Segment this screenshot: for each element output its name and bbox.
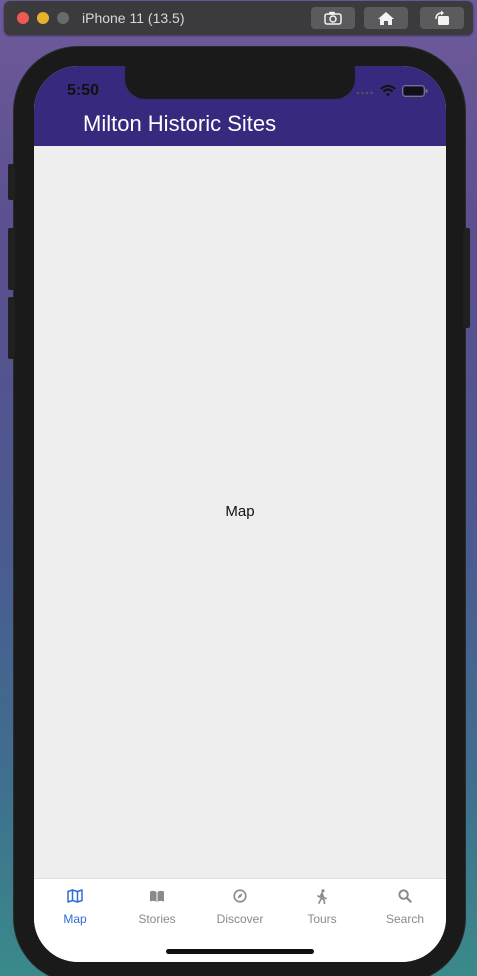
home-indicator[interactable] xyxy=(166,949,314,954)
map-placeholder: Map xyxy=(225,503,255,520)
app-header: 5:50 Milton Historic Sites xyxy=(34,66,446,146)
tab-map-label: Map xyxy=(63,912,87,926)
home-button[interactable] xyxy=(364,7,408,29)
tab-stories-label: Stories xyxy=(138,912,176,926)
screenshot-button[interactable] xyxy=(311,7,355,29)
volume-up-button xyxy=(8,228,15,290)
zoom-window-button[interactable] xyxy=(57,12,69,24)
power-button xyxy=(463,228,470,328)
tab-stories[interactable]: Stories xyxy=(116,887,198,933)
tab-map[interactable]: Map xyxy=(34,887,116,933)
rotate-icon xyxy=(433,10,451,26)
notch xyxy=(125,66,355,99)
compass-icon xyxy=(233,887,247,905)
tab-tours[interactable]: Tours xyxy=(281,887,363,933)
home-icon xyxy=(377,11,395,26)
volume-down-button xyxy=(8,297,15,359)
walking-icon xyxy=(316,887,328,905)
mute-switch xyxy=(8,164,15,200)
tab-search[interactable]: Search xyxy=(364,887,446,933)
screenshot-icon xyxy=(324,11,342,25)
wifi-icon xyxy=(380,84,396,102)
tab-discover[interactable]: Discover xyxy=(199,887,281,933)
search-icon xyxy=(398,887,412,905)
minimize-window-button[interactable] xyxy=(37,12,49,24)
close-window-button[interactable] xyxy=(17,12,29,24)
simulator-title: iPhone 11 (13.5) xyxy=(82,10,185,26)
status-time: 5:50 xyxy=(67,82,100,99)
device-screen: 5:50 Milton Historic Sites Map Map Stori… xyxy=(34,66,446,962)
signal-icon xyxy=(356,84,374,102)
simulator-toolbar: iPhone 11 (13.5) xyxy=(4,1,473,35)
app-title: Milton Historic Sites xyxy=(83,111,277,136)
rotate-button[interactable] xyxy=(420,7,464,29)
map-icon xyxy=(67,887,83,905)
book-icon xyxy=(149,887,165,905)
battery-icon xyxy=(402,84,428,102)
status-icons xyxy=(356,84,428,102)
tab-search-label: Search xyxy=(385,912,425,926)
tab-discover-label: Discover xyxy=(216,912,264,926)
tab-tours-label: Tours xyxy=(307,912,337,926)
